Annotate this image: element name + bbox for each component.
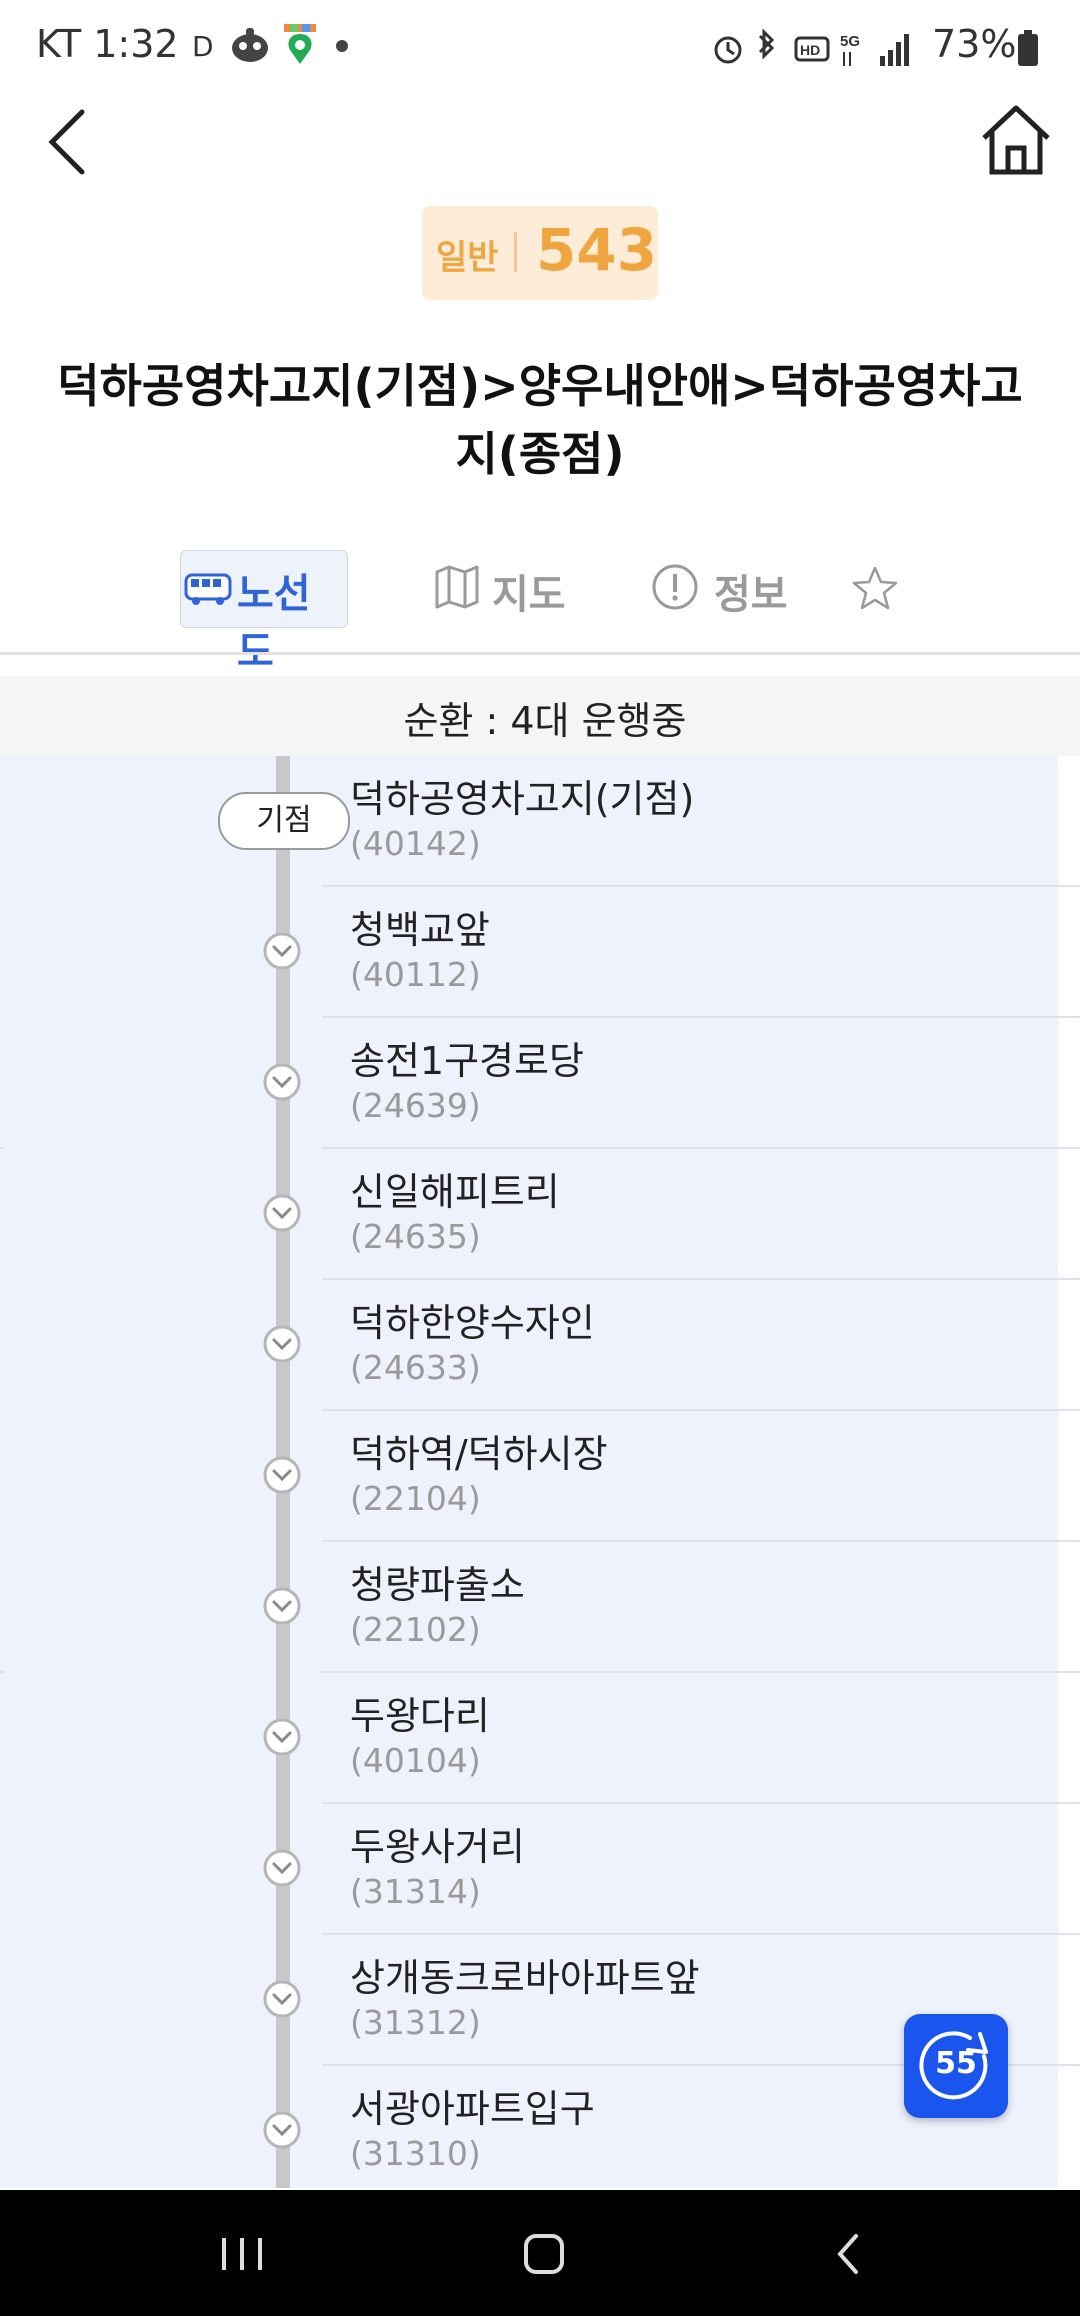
system-nav-bar: [0, 2190, 1080, 2316]
refresh-countdown: 55: [935, 2046, 977, 2081]
tab-map-label: 지도: [492, 572, 566, 618]
stop-name: 덕하역/덕하시장: [350, 1432, 608, 1476]
favorite-button[interactable]: [850, 548, 904, 628]
stop-name: 청백교앞: [350, 908, 490, 952]
chevron-down-icon: [263, 1194, 301, 1232]
stop-code: (31312): [350, 2003, 481, 2042]
info-icon: [652, 564, 698, 610]
back-nav-icon[interactable]: [818, 2226, 878, 2282]
recent-apps-icon[interactable]: [212, 2226, 272, 2282]
refresh-button[interactable]: 55: [904, 2014, 1008, 2118]
route-number: 543: [536, 216, 658, 284]
stop-row[interactable]: 두왕사거리 (31314): [0, 1804, 1080, 1935]
stop-code: (31310): [350, 2134, 481, 2173]
robot-app-icon: [232, 28, 268, 62]
tab-route-map[interactable]: 노선도: [180, 550, 348, 675]
chevron-down-icon: [263, 1587, 301, 1625]
stop-name: 서광아파트입구: [350, 2087, 595, 2131]
map-icon: [435, 565, 479, 609]
circulation-bar: 순환 : 4대 운행중: [0, 676, 1080, 756]
stop-row[interactable]: 신일해피트리 (24635): [0, 1149, 1080, 1280]
star-icon: [852, 566, 898, 610]
stop-row[interactable]: 청백교앞 (40112): [0, 887, 1080, 1018]
stop-code: (40112): [350, 955, 481, 994]
stop-code: (40142): [350, 824, 481, 863]
status-d-mark: D: [192, 30, 214, 63]
map-pin-app-icon: [284, 24, 316, 64]
route-type-label: 일반: [436, 238, 499, 278]
chevron-down-icon: [263, 2111, 301, 2149]
stop-code: (24633): [350, 1348, 481, 1387]
stop-name: 상개동크로바아파트앞: [350, 1956, 700, 2000]
stop-list[interactable]: 기점 덕하공영차고지(기점) (40142) 청백교앞 (40112) 송전1구…: [0, 756, 1080, 2188]
back-arrow-icon[interactable]: [46, 106, 88, 178]
stop-name: 덕하공영차고지(기점): [350, 777, 695, 821]
stop-code: (40104): [350, 1741, 481, 1780]
tab-divider: [0, 652, 1080, 655]
status-time: KT 1:32: [36, 22, 179, 66]
stop-name: 덕하한양수자인: [350, 1301, 595, 1345]
stop-name: 두왕사거리: [350, 1825, 525, 1869]
chevron-down-icon: [263, 1718, 301, 1756]
tab-info[interactable]: 정보: [650, 548, 810, 628]
circulation-text: 순환 : 4대 운행중: [403, 699, 687, 743]
stop-name: 송전1구경로당: [350, 1039, 584, 1083]
tab-info-label: 정보: [714, 572, 788, 618]
stop-row[interactable]: 덕하역/덕하시장 (22104): [0, 1411, 1080, 1542]
stop-row[interactable]: 송전1구경로당 (24639): [0, 1018, 1080, 1149]
chevron-down-icon: [263, 1849, 301, 1887]
stop-code: (22102): [350, 1610, 481, 1649]
svg-text:HD: HD: [800, 42, 820, 58]
route-badge: 일반 543: [422, 206, 658, 300]
route-title: 덕하공영차고지(기점)>양우내안애>덕하공영차고지(종점): [57, 359, 1023, 481]
tab-map[interactable]: 지도: [434, 548, 594, 628]
svg-text:5G: 5G: [840, 33, 860, 50]
chevron-down-icon: [263, 1063, 301, 1101]
home-icon[interactable]: [976, 100, 1056, 180]
stop-code: (24635): [350, 1217, 481, 1256]
stop-row[interactable]: 청량파출소 (22102): [0, 1542, 1080, 1673]
chevron-down-icon: [263, 1325, 301, 1363]
stop-row[interactable]: 두왕다리 (40104): [0, 1673, 1080, 1804]
bus-icon: [184, 573, 232, 605]
battery-icon: [1018, 30, 1038, 66]
tab-route-map-label: 노선도: [237, 571, 311, 675]
stop-code: (22104): [350, 1479, 481, 1518]
stop-row[interactable]: 덕하한양수자인 (24633): [0, 1280, 1080, 1411]
system-status-icons: HD 5G: [714, 28, 909, 66]
status-bar: KT 1:32 D HD 5G 73%: [0, 0, 1080, 96]
home-nav-icon[interactable]: [514, 2226, 574, 2282]
stop-code: (31314): [350, 1872, 481, 1911]
chevron-down-icon: [263, 932, 301, 970]
notification-dot: [336, 40, 348, 52]
badge-divider: [514, 232, 517, 272]
stop-code: (24639): [350, 1086, 481, 1125]
chevron-down-icon: [263, 1980, 301, 2018]
chevron-down-icon: [263, 1456, 301, 1494]
stop-name: 청량파출소: [350, 1563, 525, 1607]
stop-name: 두왕다리: [350, 1694, 490, 1738]
battery-percent: 73%: [932, 22, 1017, 66]
origin-badge: 기점: [218, 792, 350, 850]
stop-row[interactable]: 기점 덕하공영차고지(기점) (40142): [0, 756, 1080, 887]
stop-name: 신일해피트리: [350, 1170, 560, 1214]
